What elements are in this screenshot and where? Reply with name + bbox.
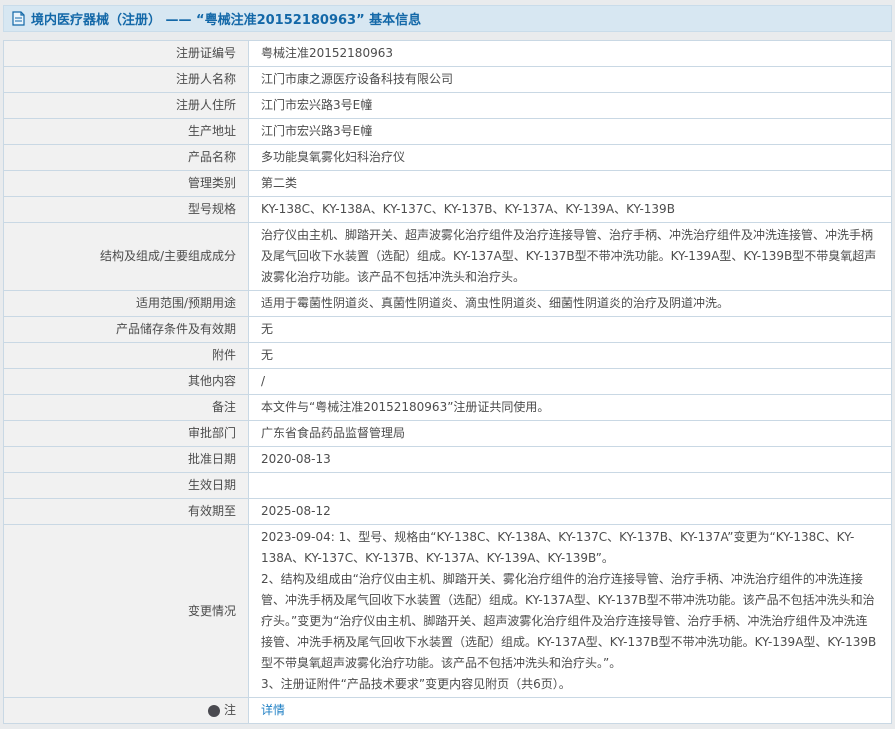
row-label: 型号规格 (4, 197, 249, 222)
table-row-storage-conditions: 产品储存条件及有效期 无 (4, 316, 891, 342)
row-label: 适用范围/预期用途 (4, 291, 249, 316)
table-row-production-address: 生产地址 江门市宏兴路3号E幢 (4, 118, 891, 144)
table-row-intended-use: 适用范围/预期用途 适用于霉菌性阴道炎、真菌性阴道炎、滴虫性阴道炎、细菌性阴道炎… (4, 290, 891, 316)
document-icon (12, 11, 25, 26)
row-value: 江门市康之源医疗设备科技有限公司 (249, 67, 891, 92)
page-title: 境内医疗器械（注册） —— “粤械注准20152180963” 基本信息 (31, 9, 421, 28)
row-value: KY-138C、KY-138A、KY-137C、KY-137B、KY-137A、… (249, 197, 891, 222)
row-label: 注册证编号 (4, 41, 249, 66)
table-row-expiry-date: 有效期至 2025-08-12 (4, 498, 891, 524)
row-label: 生产地址 (4, 119, 249, 144)
row-label-text: 注 (224, 700, 236, 721)
row-label: 变更情况 (4, 525, 249, 697)
row-value: 2020-08-13 (249, 447, 891, 472)
table-row-note: 注 详情 (4, 697, 891, 723)
row-label: 产品储存条件及有效期 (4, 317, 249, 342)
row-label: 有效期至 (4, 499, 249, 524)
row-label: 附件 (4, 343, 249, 368)
registration-info-table: 注册证编号 粤械注准20152180963 注册人名称 江门市康之源医疗设备科技… (3, 40, 892, 724)
table-row-reg-number: 注册证编号 粤械注准20152180963 (4, 41, 891, 66)
row-label: 管理类别 (4, 171, 249, 196)
row-value: 无 (249, 343, 891, 368)
row-value: 2025-08-12 (249, 499, 891, 524)
row-value: 多功能臭氧雾化妇科治疗仪 (249, 145, 891, 170)
note-icon (208, 705, 220, 717)
row-value (249, 473, 891, 498)
row-value: 本文件与“粤械注准20152180963”注册证共同使用。 (249, 395, 891, 420)
row-value: / (249, 369, 891, 394)
row-label: 注册人住所 (4, 93, 249, 118)
row-value: 第二类 (249, 171, 891, 196)
table-row-remarks: 备注 本文件与“粤械注准20152180963”注册证共同使用。 (4, 394, 891, 420)
row-value: 无 (249, 317, 891, 342)
table-row-attachments: 附件 无 (4, 342, 891, 368)
row-label: 备注 (4, 395, 249, 420)
page: 境内医疗器械（注册） —— “粤械注准20152180963” 基本信息 注册证… (0, 0, 895, 729)
page-header: 境内医疗器械（注册） —— “粤械注准20152180963” 基本信息 (3, 5, 892, 32)
row-value: 治疗仪由主机、脚踏开关、超声波雾化治疗组件及治疗连接导管、治疗手柄、冲洗治疗组件… (249, 223, 891, 290)
table-row-product-name: 产品名称 多功能臭氧雾化妇科治疗仪 (4, 144, 891, 170)
table-row-model-spec: 型号规格 KY-138C、KY-138A、KY-137C、KY-137B、KY-… (4, 196, 891, 222)
row-label: 审批部门 (4, 421, 249, 446)
row-value: 江门市宏兴路3号E幢 (249, 93, 891, 118)
row-value: 适用于霉菌性阴道炎、真菌性阴道炎、滴虫性阴道炎、细菌性阴道炎的治疗及阴道冲洗。 (249, 291, 891, 316)
detail-link[interactable]: 详情 (261, 700, 285, 721)
row-value: 江门市宏兴路3号E幢 (249, 119, 891, 144)
row-value: 2023-09-04: 1、型号、规格由“KY-138C、KY-138A、KY-… (249, 525, 891, 697)
table-row-registrant-name: 注册人名称 江门市康之源医疗设备科技有限公司 (4, 66, 891, 92)
row-label: 注册人名称 (4, 67, 249, 92)
row-label: 批准日期 (4, 447, 249, 472)
row-value: 粤械注准20152180963 (249, 41, 891, 66)
table-row-other-content: 其他内容 / (4, 368, 891, 394)
row-label: 产品名称 (4, 145, 249, 170)
table-row-effective-date: 生效日期 (4, 472, 891, 498)
row-label: 其他内容 (4, 369, 249, 394)
row-value: 广东省食品药品监督管理局 (249, 421, 891, 446)
table-row-approval-date: 批准日期 2020-08-13 (4, 446, 891, 472)
table-row-structure-composition: 结构及组成/主要组成成分 治疗仪由主机、脚踏开关、超声波雾化治疗组件及治疗连接导… (4, 222, 891, 290)
table-row-approval-department: 审批部门 广东省食品药品监督管理局 (4, 420, 891, 446)
row-label: 结构及组成/主要组成成分 (4, 223, 249, 290)
row-label: 生效日期 (4, 473, 249, 498)
table-row-registrant-address: 注册人住所 江门市宏兴路3号E幢 (4, 92, 891, 118)
table-row-change-history: 变更情况 2023-09-04: 1、型号、规格由“KY-138C、KY-138… (4, 524, 891, 697)
table-row-management-class: 管理类别 第二类 (4, 170, 891, 196)
